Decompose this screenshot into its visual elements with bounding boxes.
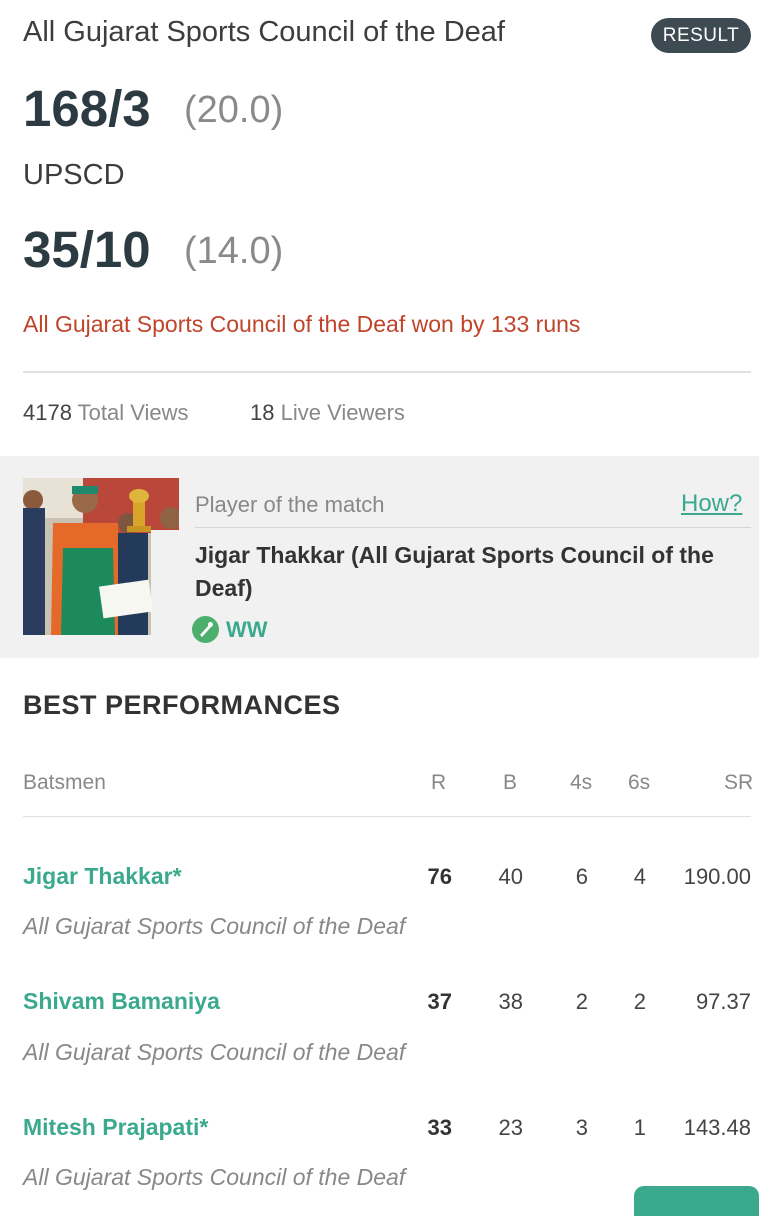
batsman-team: All Gujarat Sports Council of the Deaf	[23, 1039, 406, 1065]
batsman-sixes: 1	[633, 1115, 646, 1140]
divider	[23, 371, 751, 373]
batsman-balls: 38	[498, 989, 523, 1014]
total-views-label: Total Views	[77, 400, 189, 425]
batsman-team: All Gujarat Sports Council of the Deaf	[23, 1164, 406, 1190]
batsman-strike-rate: 190.00	[683, 864, 751, 889]
floating-action-button[interactable]	[634, 1186, 759, 1216]
how-link[interactable]: How?	[681, 490, 742, 518]
live-viewers: 18 Live Viewers	[250, 400, 405, 426]
batsman-name[interactable]: Mitesh Prajapati*	[23, 1114, 208, 1141]
batsman-fours: 6	[575, 864, 588, 889]
team1-overs: (20.0)	[184, 89, 284, 131]
batsman-balls: 40	[498, 864, 523, 889]
trophy-presentation-photo	[23, 478, 179, 635]
batsman-balls: 23	[498, 1115, 523, 1140]
player-of-match-photo	[23, 478, 179, 635]
team1-name: All Gujarat Sports Council of the Deaf	[23, 16, 505, 48]
live-viewers-count: 18	[250, 400, 275, 425]
player-role: WW	[226, 617, 268, 642]
player-of-match-label: Player of the match	[195, 492, 385, 517]
column-header-batsmen: Batsmen	[23, 771, 106, 794]
live-viewers-label: Live Viewers	[280, 400, 405, 425]
batsman-sixes: 4	[633, 864, 646, 889]
divider	[195, 527, 751, 528]
column-header-fours: 4s	[570, 771, 593, 794]
batsman-strike-rate: 143.48	[683, 1115, 751, 1140]
batsman-runs: 37	[427, 989, 452, 1014]
section-title: BEST PERFORMANCES	[23, 690, 341, 720]
column-header-runs: R	[431, 771, 447, 794]
player-of-match-name[interactable]: Jigar Thakkar (All Gujarat Sports Counci…	[195, 539, 715, 605]
total-views: 4178 Total Views	[23, 400, 189, 426]
batsman-team: All Gujarat Sports Council of the Deaf	[23, 913, 406, 939]
team1-score: 168/3	[23, 80, 151, 137]
batsman-runs: 76	[427, 864, 452, 889]
batsman-name[interactable]: Jigar Thakkar*	[23, 863, 182, 890]
wicket-keeper-gloves-icon	[192, 616, 219, 643]
batsman-strike-rate: 97.37	[695, 989, 751, 1014]
column-header-balls: B	[503, 771, 518, 794]
column-header-strike-rate: SR	[724, 771, 754, 794]
batsman-name[interactable]: Shivam Bamaniya	[23, 988, 220, 1015]
team2-overs: (14.0)	[184, 230, 284, 272]
match-result: All Gujarat Sports Council of the Deaf w…	[23, 311, 581, 337]
column-header-sixes: 6s	[628, 771, 651, 794]
batsman-fours: 2	[575, 989, 588, 1014]
total-views-count: 4178	[23, 400, 72, 425]
batsman-fours: 3	[575, 1115, 588, 1140]
batsman-sixes: 2	[633, 989, 646, 1014]
team2-name: UPSCD	[23, 159, 125, 191]
status-badge: RESULT	[651, 18, 751, 53]
team2-score: 35/10	[23, 221, 151, 278]
batsman-runs: 33	[427, 1115, 452, 1140]
divider	[23, 816, 751, 817]
